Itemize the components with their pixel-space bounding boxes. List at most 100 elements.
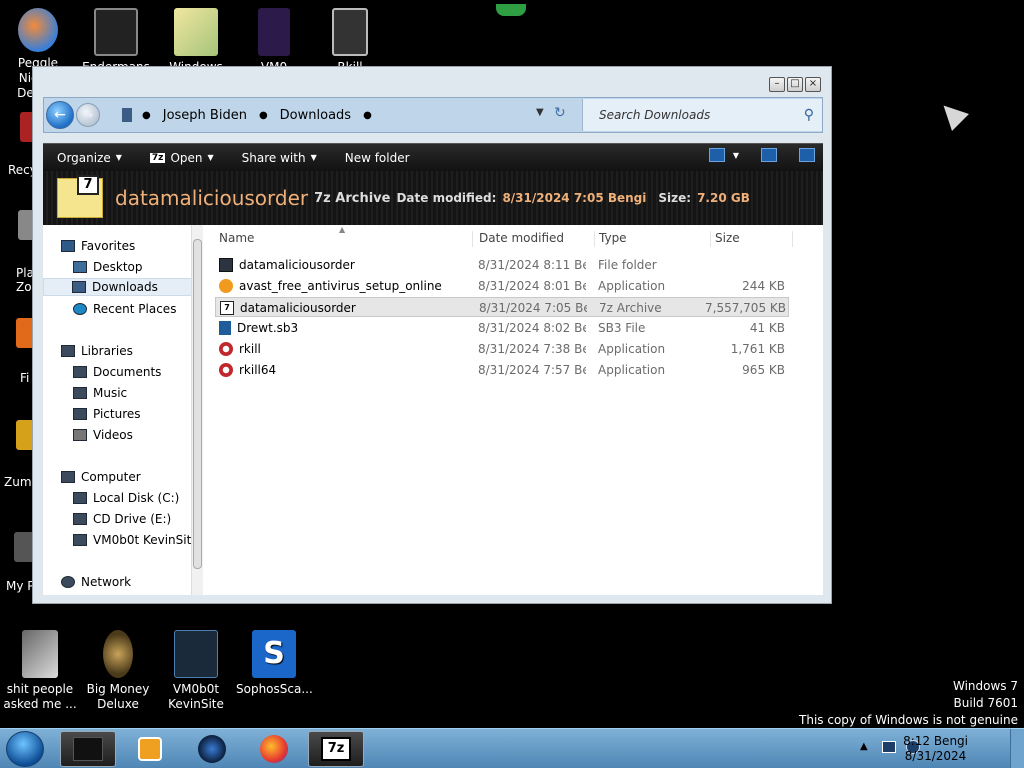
file-row-selected[interactable]: 7 datamaliciousorder 8/31/2024 7:05 Be...…	[215, 297, 789, 317]
nav-recent-places[interactable]: Recent Places	[73, 300, 176, 318]
file-row[interactable]: avast_free_antivirus_setup_online 8/31/2…	[215, 276, 789, 296]
nav-network[interactable]: Network	[61, 573, 131, 591]
breadcrumb[interactable]: ● Joseph Biden ● Downloads ●	[142, 98, 372, 132]
money-bag-icon	[103, 630, 133, 678]
nav-scrollbar[interactable]	[191, 225, 203, 595]
chevron-down-icon[interactable]: ▼	[536, 107, 544, 118]
navigation-pane: Favorites Desktop Downloads Recent Place…	[43, 225, 199, 595]
refresh-icon[interactable]: ↻	[554, 105, 566, 121]
search-input[interactable]: Search Downloads ⚲	[582, 99, 822, 131]
clock[interactable]: 8:12 Bengi 8/31/2024	[903, 734, 968, 764]
taskbar-firefox-button[interactable]	[246, 731, 302, 767]
breadcrumb-item[interactable]: Joseph Biden	[163, 108, 247, 123]
preview-pane-icon[interactable]	[761, 148, 777, 162]
nav-label: Documents	[93, 365, 162, 379]
minimize-button[interactable]: –	[769, 77, 785, 92]
close-button[interactable]: ×	[805, 77, 821, 92]
documents-icon	[73, 366, 87, 378]
file-row[interactable]: rkill 8/31/2024 7:38 Be... Application 1…	[215, 339, 789, 359]
show-hidden-icons-icon[interactable]: ▲	[860, 741, 868, 752]
nav-downloads[interactable]: Downloads	[43, 278, 193, 296]
taskbar-app-button[interactable]	[184, 731, 240, 767]
forward-button[interactable]: →	[76, 103, 100, 127]
column-header-date[interactable]: Date modified	[475, 231, 595, 247]
file-name: rkill64	[239, 363, 277, 377]
details-size-label: Size:	[658, 191, 692, 205]
start-button[interactable]	[6, 731, 44, 767]
media-player-icon	[138, 737, 162, 761]
downloads-icon	[72, 281, 86, 293]
chevron-down-icon[interactable]: ▼	[733, 151, 739, 160]
nav-cd-drive[interactable]: CD Drive (E:)	[73, 510, 171, 528]
desktop-icon-endermans[interactable]: Endermans	[78, 8, 154, 75]
help-icon[interactable]	[799, 148, 815, 162]
column-header-name[interactable]: Name	[215, 231, 473, 247]
chevron-right-icon[interactable]: ●	[142, 110, 151, 121]
file-date: 8/31/2024 7:38 Be...	[478, 342, 586, 356]
nav-network-share[interactable]: VM0b0t KevinSite	[73, 531, 199, 549]
taskbar-media-player-button[interactable]	[122, 731, 178, 767]
desktop-icon-sophos[interactable]: S SophosSca...	[236, 630, 313, 697]
chevron-right-icon[interactable]: ●	[259, 110, 268, 121]
nav-documents[interactable]: Documents	[73, 363, 161, 381]
nav-pictures[interactable]: Pictures	[73, 405, 141, 423]
share-with-button[interactable]: Share with ▼	[228, 151, 331, 165]
nav-favorites[interactable]: Favorites	[61, 237, 135, 255]
new-folder-button[interactable]: New folder	[331, 151, 424, 165]
breadcrumb-item[interactable]: Downloads	[280, 108, 351, 123]
details-pane: 7 datamaliciousorder 7z Archive Date mod…	[43, 171, 823, 225]
computer-icon	[61, 471, 75, 483]
watermark-line: Windows 7	[952, 679, 1018, 693]
nav-music[interactable]: Music	[73, 384, 127, 402]
file-date: 8/31/2024 7:57 Be...	[478, 363, 586, 377]
file-size: 965 KB	[742, 363, 785, 377]
search-placeholder: Search Downloads	[599, 108, 711, 122]
desktop-icon-rkill[interactable]: Rkill	[312, 8, 388, 75]
column-header-size[interactable]: Size	[711, 231, 793, 247]
folder-icon	[73, 737, 103, 761]
nav-libraries[interactable]: Libraries	[61, 342, 133, 360]
open-button[interactable]: 7z Open ▼	[136, 151, 228, 165]
explorer-window: – □ × ← → ● Joseph Biden ● Downloads ● ▼…	[32, 66, 832, 604]
chevron-right-icon[interactable]: ●	[363, 110, 372, 121]
network-status-icon[interactable]	[882, 741, 896, 753]
taskbar-explorer-button[interactable]	[60, 731, 116, 767]
nav-label: Local Disk (C:)	[93, 491, 180, 505]
nav-desktop[interactable]: Desktop	[73, 258, 143, 276]
file-type: SB3 File	[598, 321, 646, 335]
file-type: 7z Archive	[599, 301, 662, 315]
organize-button[interactable]: Organize ▼	[43, 151, 136, 165]
view-options-icon[interactable]	[708, 148, 725, 162]
nav-computer[interactable]: Computer	[61, 468, 141, 486]
file-row[interactable]: Drewt.sb3 8/31/2024 8:02 Be... SB3 File …	[215, 318, 789, 338]
desktop-icon-shit-people[interactable]: shit people asked me ...	[2, 630, 78, 712]
file-name: rkill	[239, 342, 261, 356]
nav-videos[interactable]: Videos	[73, 426, 133, 444]
back-button[interactable]: ←	[46, 101, 74, 129]
column-header-type[interactable]: Type	[595, 231, 711, 247]
folder-icon	[122, 108, 132, 122]
taskbar-7zip-button[interactable]: 7z	[308, 731, 364, 767]
peggle-icon	[18, 8, 58, 52]
globe-icon	[198, 735, 226, 763]
nav-scrollbar-thumb[interactable]	[193, 239, 202, 569]
search-icon[interactable]: ⚲	[804, 99, 814, 131]
window-titlebar[interactable]: – □ ×	[33, 67, 831, 95]
show-desktop-button[interactable]	[1010, 729, 1024, 768]
maximize-button[interactable]: □	[787, 77, 803, 92]
star-icon	[61, 240, 75, 252]
open-label: Open	[170, 150, 203, 165]
file-row[interactable]: datamaliciousorder 8/31/2024 8:11 Be... …	[215, 255, 789, 275]
mouse-cursor-icon	[935, 97, 969, 131]
desktop-icon-vm0b0t[interactable]: VM0b0t KevinSite	[158, 630, 234, 712]
desktop-icon-vm0[interactable]: VM0	[236, 8, 312, 75]
nav-label: Recent Places	[93, 302, 177, 316]
desktop-icon-big-money[interactable]: Big Money Deluxe	[80, 630, 156, 712]
file-row[interactable]: rkill64 8/31/2024 7:57 Be... Application…	[215, 360, 789, 380]
nav-local-disk[interactable]: Local Disk (C:)	[73, 489, 179, 507]
folder-icon	[174, 8, 218, 56]
sb3-file-icon	[219, 321, 231, 335]
rkill-icon	[219, 342, 233, 356]
drive-icon	[73, 492, 87, 504]
desktop-icon-label: shit people asked me ...	[3, 682, 77, 711]
